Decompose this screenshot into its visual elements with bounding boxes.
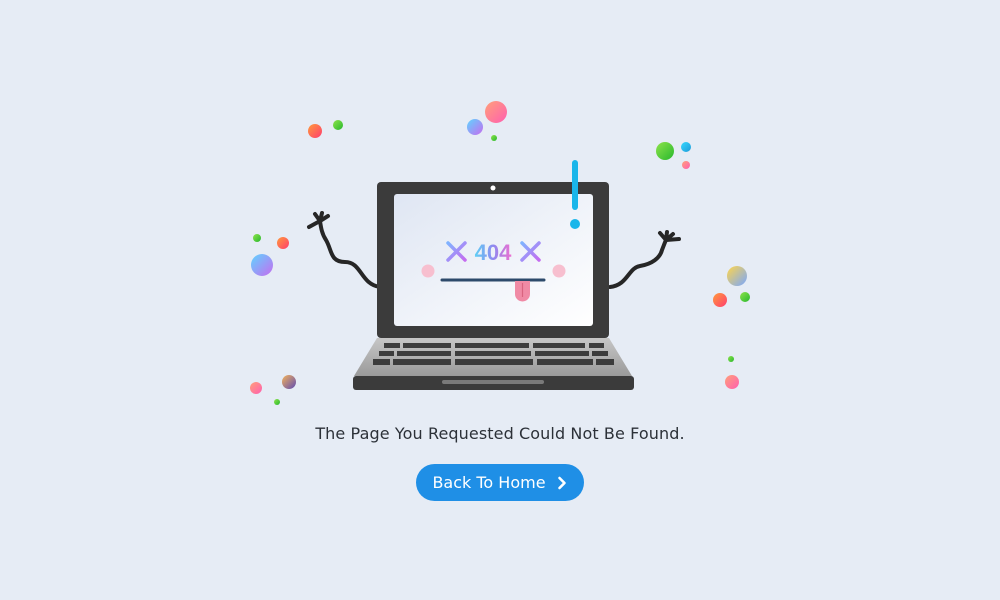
right-arm bbox=[608, 230, 681, 289]
not-found-message: The Page You Requested Could Not Be Foun… bbox=[315, 424, 685, 443]
right-cheek bbox=[552, 264, 566, 278]
not-found-page: 404 The Page You Requested Could Not Be … bbox=[0, 0, 1000, 600]
trackpad bbox=[442, 380, 544, 384]
webcam-icon bbox=[490, 185, 496, 191]
chevron-right-icon bbox=[556, 476, 568, 490]
broken-laptop-illustration: 404 bbox=[250, 101, 750, 405]
back-to-home-button[interactable]: Back To Home bbox=[416, 464, 584, 501]
back-to-home-label: Back To Home bbox=[432, 473, 546, 492]
left-cheek bbox=[421, 264, 435, 278]
keyboard-keys bbox=[373, 343, 614, 365]
left-arm bbox=[307, 211, 382, 289]
laptop: 404 bbox=[353, 160, 634, 390]
error-code: 404 bbox=[475, 240, 512, 265]
